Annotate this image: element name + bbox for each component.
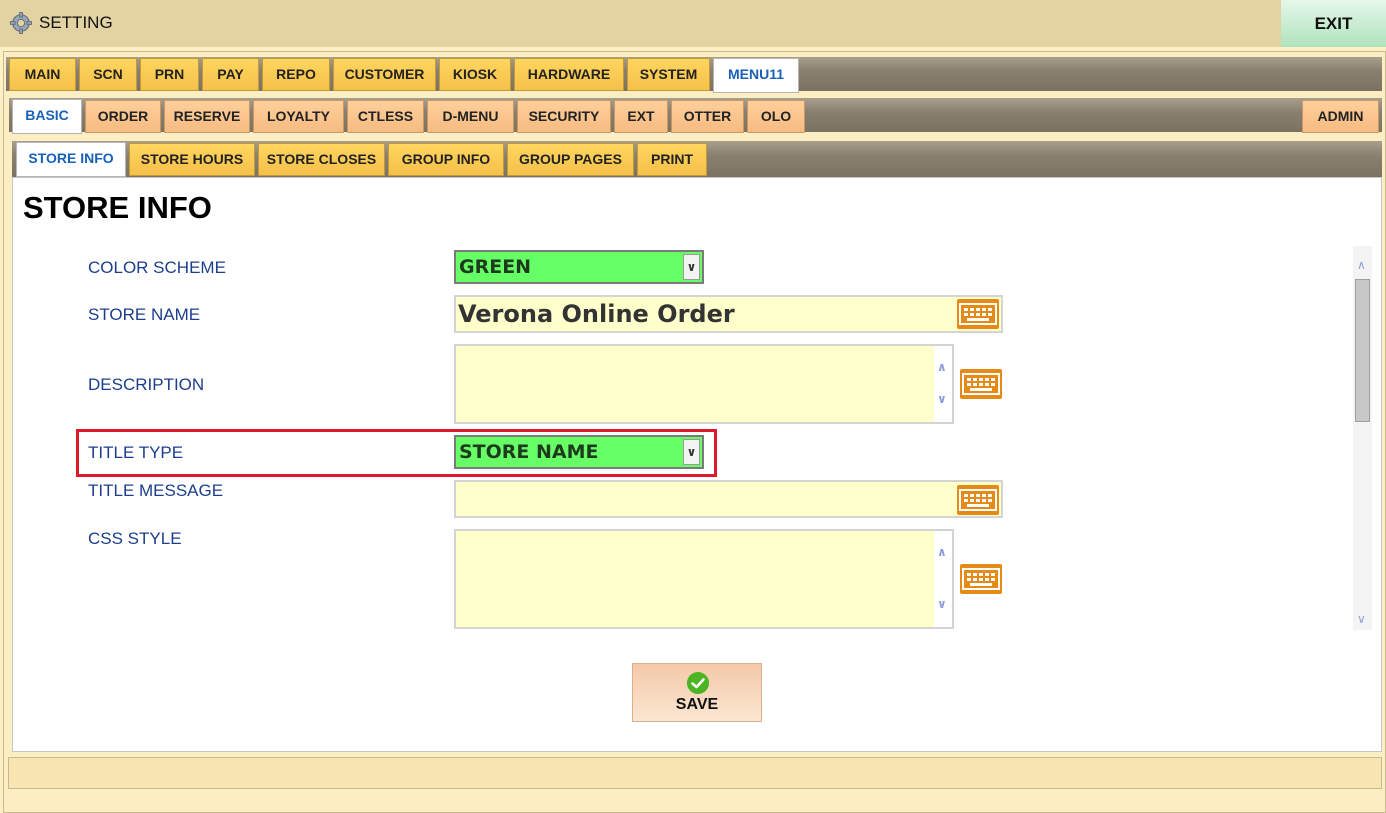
- title-message-label: TITLE MESSAGE: [88, 481, 224, 500]
- store-name-label: STORE NAME: [88, 305, 201, 324]
- tab-repo[interactable]: REPO: [262, 58, 330, 91]
- tab-print[interactable]: PRINT: [637, 143, 707, 176]
- scroll-down-icon[interactable]: ∨: [937, 392, 947, 406]
- keyboard-icon[interactable]: [957, 485, 999, 515]
- scrollbar-thumb[interactable]: [1355, 279, 1370, 422]
- keyboard-glyph: [959, 489, 997, 511]
- description-scrollbar[interactable]: ∧ ∨: [934, 346, 952, 422]
- keyboard-glyph: [962, 373, 1000, 395]
- css-style-scrollbar[interactable]: ∧ ∨: [934, 531, 952, 627]
- tab-ctless[interactable]: CTLESS: [347, 100, 424, 133]
- tab-group-info[interactable]: GROUP INFO: [388, 143, 504, 176]
- css-style-textarea[interactable]: ∧ ∨: [454, 529, 954, 629]
- tab-group-pages[interactable]: GROUP PAGES: [507, 143, 634, 176]
- keyboard-glyph: [959, 303, 997, 325]
- page-scrollbar[interactable]: ∧ ∨: [1353, 246, 1372, 630]
- tab-basic[interactable]: BASIC: [12, 99, 82, 134]
- css-style-label: CSS STYLE: [88, 529, 182, 548]
- tab-ext[interactable]: EXT: [614, 100, 668, 133]
- title-message-input[interactable]: [454, 480, 1003, 518]
- tab-admin[interactable]: ADMIN: [1302, 100, 1379, 133]
- tab-reserve[interactable]: RESERVE: [164, 100, 250, 133]
- tab-scn[interactable]: SCN: [79, 58, 137, 91]
- checkmark-icon: [687, 672, 709, 694]
- tab-prn[interactable]: PRN: [140, 58, 199, 91]
- chevron-down-icon[interactable]: ∨: [683, 439, 700, 465]
- tab-otter[interactable]: OTTER: [671, 100, 744, 133]
- exit-button[interactable]: EXIT: [1281, 0, 1386, 47]
- scroll-up-icon[interactable]: ∧: [937, 360, 947, 374]
- save-label: SAVE: [675, 696, 719, 713]
- scroll-down-icon[interactable]: ∨: [937, 597, 947, 611]
- title-type-value: STORE NAME: [459, 441, 599, 463]
- tab-order[interactable]: ORDER: [85, 100, 161, 133]
- tab-hardware[interactable]: HARDWARE: [514, 58, 624, 91]
- tab-olo[interactable]: OLO: [747, 100, 805, 133]
- description-label: DESCRIPTION: [88, 375, 205, 394]
- color-scheme-label: COLOR SCHEME: [88, 258, 226, 277]
- description-textarea[interactable]: ∧ ∨: [454, 344, 954, 424]
- tab-store-hours[interactable]: STORE HOURS: [129, 143, 255, 176]
- scroll-down-icon[interactable]: ∨: [1357, 612, 1366, 626]
- save-button[interactable]: SAVE: [632, 663, 762, 722]
- store-name-value: Verona Online Order: [458, 300, 735, 328]
- keyboard-glyph: [962, 568, 1000, 590]
- gear-icon: [10, 12, 32, 34]
- store-name-input[interactable]: Verona Online Order: [454, 295, 1003, 333]
- tab-system[interactable]: SYSTEM: [627, 58, 710, 91]
- tab-security[interactable]: SECURITY: [517, 100, 611, 133]
- tab-d-menu[interactable]: D-MENU: [427, 100, 514, 133]
- tab-customer[interactable]: CUSTOMER: [333, 58, 436, 91]
- tab-main[interactable]: MAIN: [9, 58, 76, 91]
- chevron-down-icon[interactable]: ∨: [683, 254, 700, 280]
- title-type-label: TITLE TYPE: [88, 443, 184, 462]
- tab-kiosk[interactable]: KIOSK: [439, 58, 511, 91]
- keyboard-icon[interactable]: [957, 299, 999, 329]
- app-title: SETTING: [39, 13, 113, 32]
- color-scheme-value: GREEN: [459, 256, 532, 278]
- keyboard-icon[interactable]: [960, 369, 1002, 399]
- scroll-up-icon[interactable]: ∧: [1357, 258, 1366, 272]
- status-bar: [8, 757, 1382, 789]
- scroll-up-icon[interactable]: ∧: [937, 545, 947, 559]
- title-type-select[interactable]: STORE NAME ∨: [454, 435, 704, 469]
- color-scheme-select[interactable]: GREEN ∨: [454, 250, 704, 284]
- tab-store-info[interactable]: STORE INFO: [16, 142, 126, 177]
- page-title: STORE INFO: [23, 190, 212, 225]
- tab-menu11[interactable]: MENU11: [713, 58, 799, 93]
- keyboard-icon[interactable]: [960, 564, 1002, 594]
- title-bar: SETTING: [0, 0, 1386, 47]
- tab-store-closes[interactable]: STORE CLOSES: [258, 143, 385, 176]
- tab-pay[interactable]: PAY: [202, 58, 259, 91]
- tab-loyalty[interactable]: LOYALTY: [253, 100, 344, 133]
